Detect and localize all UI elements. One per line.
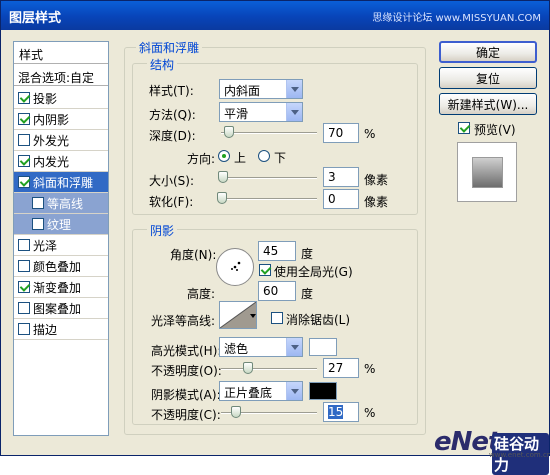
shadow-opacity-label: 不透明度(C):	[151, 408, 221, 422]
new-style-button[interactable]: 新建样式(W)...	[439, 93, 537, 115]
checkbox-gradient-overlay[interactable]	[18, 281, 30, 293]
size-label: 大小(S):	[149, 174, 195, 188]
styles-header[interactable]: 样式	[14, 42, 108, 64]
style-item-stroke[interactable]: 描边	[14, 319, 108, 340]
styles-list-panel: 样式 混合选项:自定 投影 内阴影 外发光 内发光 斜面和浮雕 等高线 纹理 光…	[13, 41, 109, 436]
highlight-opacity-thumb[interactable]	[243, 362, 253, 374]
angle-unit: 度	[301, 247, 314, 261]
size-slider-track[interactable]	[221, 177, 317, 179]
direction-down-label: 下	[274, 151, 287, 165]
style-select[interactable]: 内斜面	[219, 79, 303, 99]
gloss-contour-label: 光泽等高线:	[151, 314, 216, 328]
checkbox-bevel-emboss[interactable]	[18, 176, 30, 188]
shadow-opacity-thumb[interactable]	[231, 406, 241, 418]
style-item-outer-glow[interactable]: 外发光	[14, 130, 108, 151]
shadow-opacity-input[interactable]: 15	[323, 402, 359, 422]
angle-dial[interactable]	[216, 248, 254, 286]
depth-unit: %	[364, 127, 376, 141]
checkbox-inner-glow[interactable]	[18, 155, 30, 167]
preview-swatch	[472, 157, 503, 188]
checkbox-outer-glow[interactable]	[18, 134, 30, 146]
soften-input[interactable]: 0	[323, 189, 359, 209]
highlight-opacity-track[interactable]	[221, 368, 317, 370]
soften-unit: 像素	[364, 195, 389, 209]
depth-label: 深度(D):	[149, 129, 196, 143]
checkbox-stroke[interactable]	[18, 323, 30, 335]
style-preview	[457, 142, 517, 202]
technique-select[interactable]: 平滑	[219, 102, 303, 122]
angle-crosshair-icon	[231, 261, 241, 271]
highlight-color-swatch[interactable]	[309, 338, 337, 356]
style-item-bevel-emboss[interactable]: 斜面和浮雕	[14, 172, 108, 193]
checkbox-inner-shadow[interactable]	[18, 113, 30, 125]
highlight-opacity-unit: %	[364, 362, 376, 376]
style-label: 样式(T):	[149, 84, 194, 98]
highlight-opacity-label: 不透明度(O):	[151, 364, 222, 378]
depth-slider-track[interactable]	[221, 132, 317, 134]
shadow-opacity-unit: %	[364, 406, 376, 420]
direction-up-radio[interactable]	[218, 150, 230, 162]
depth-input[interactable]: 70	[323, 123, 359, 143]
contour-dropdown-arrow-icon[interactable]	[247, 309, 259, 323]
style-item-pattern-overlay[interactable]: 图案叠加	[14, 298, 108, 319]
style-item-drop-shadow[interactable]: 投影	[14, 88, 108, 109]
style-item-color-overlay[interactable]: 颜色叠加	[14, 256, 108, 277]
structure-title: 结构	[147, 56, 178, 73]
direction-label: 方向:	[187, 152, 216, 166]
shadow-mode-label: 阴影模式(A):	[151, 388, 221, 402]
size-input[interactable]: 3	[323, 167, 359, 187]
chevron-down-icon	[286, 80, 302, 98]
style-item-inner-glow[interactable]: 内发光	[14, 151, 108, 172]
checkbox-texture[interactable]	[32, 218, 44, 230]
size-unit: 像素	[364, 173, 389, 187]
checkbox-satin[interactable]	[18, 239, 30, 251]
watermark: 思缘设计论坛 www.MISSYUAN.COM	[372, 13, 541, 24]
size-slider-thumb[interactable]	[218, 171, 228, 183]
altitude-unit: 度	[301, 287, 314, 301]
enet-logo-url: www.enet.com.cn	[489, 451, 550, 459]
checkbox-contour[interactable]	[32, 197, 44, 209]
global-light-label: 使用全局光(G)	[274, 265, 353, 279]
chevron-down-icon	[286, 103, 302, 121]
altitude-label: 高度:	[187, 287, 216, 301]
highlight-mode-label: 高光模式(H):	[151, 344, 222, 358]
style-item-inner-shadow[interactable]: 内阴影	[14, 109, 108, 130]
direction-up-label: 上	[234, 151, 247, 165]
bevel-emboss-title: 斜面和浮雕	[136, 39, 203, 56]
shading-title: 阴影	[147, 222, 178, 239]
global-light-checkbox[interactable]	[259, 264, 271, 276]
anti-alias-checkbox[interactable]	[271, 312, 283, 324]
altitude-input[interactable]: 60	[258, 281, 296, 301]
window-title: 图层样式	[9, 11, 62, 26]
checkbox-color-overlay[interactable]	[18, 260, 30, 272]
chevron-down-icon	[286, 382, 302, 400]
highlight-opacity-input[interactable]: 27	[323, 358, 359, 378]
preview-checkbox[interactable]	[458, 122, 470, 134]
checkbox-pattern-overlay[interactable]	[18, 302, 30, 314]
ok-button[interactable]: 确定	[439, 41, 537, 63]
style-item-satin[interactable]: 光泽	[14, 235, 108, 256]
checkbox-drop-shadow[interactable]	[18, 92, 30, 104]
highlight-mode-select[interactable]: 滤色	[219, 337, 303, 357]
style-item-texture[interactable]: 纹理	[14, 214, 108, 235]
shadow-color-swatch[interactable]	[309, 382, 337, 400]
shadow-mode-select[interactable]: 正片叠底	[219, 381, 303, 401]
chevron-down-icon	[286, 338, 302, 356]
anti-alias-label: 消除锯齿(L)	[286, 313, 351, 327]
angle-input[interactable]: 45	[258, 241, 296, 261]
soften-slider-track[interactable]	[221, 198, 317, 200]
layer-style-dialog: 图层样式 思缘设计论坛 www.MISSYUAN.COM 样式 混合选项:自定 …	[0, 0, 550, 475]
depth-slider-thumb[interactable]	[224, 126, 234, 138]
technique-label: 方法(Q):	[149, 108, 196, 122]
direction-down-radio[interactable]	[258, 150, 270, 162]
angle-label: 角度(N):	[170, 248, 217, 262]
soften-slider-thumb[interactable]	[217, 192, 227, 204]
preview-label: 预览(V)	[474, 123, 516, 137]
soften-label: 软化(F):	[149, 195, 194, 209]
blending-options-item[interactable]: 混合选项:自定	[14, 66, 108, 86]
title-bar: 图层样式 思缘设计论坛 www.MISSYUAN.COM	[1, 1, 549, 30]
style-item-gradient-overlay[interactable]: 渐变叠加	[14, 277, 108, 298]
reset-button[interactable]: 复位	[439, 67, 537, 89]
style-item-contour[interactable]: 等高线	[14, 193, 108, 214]
